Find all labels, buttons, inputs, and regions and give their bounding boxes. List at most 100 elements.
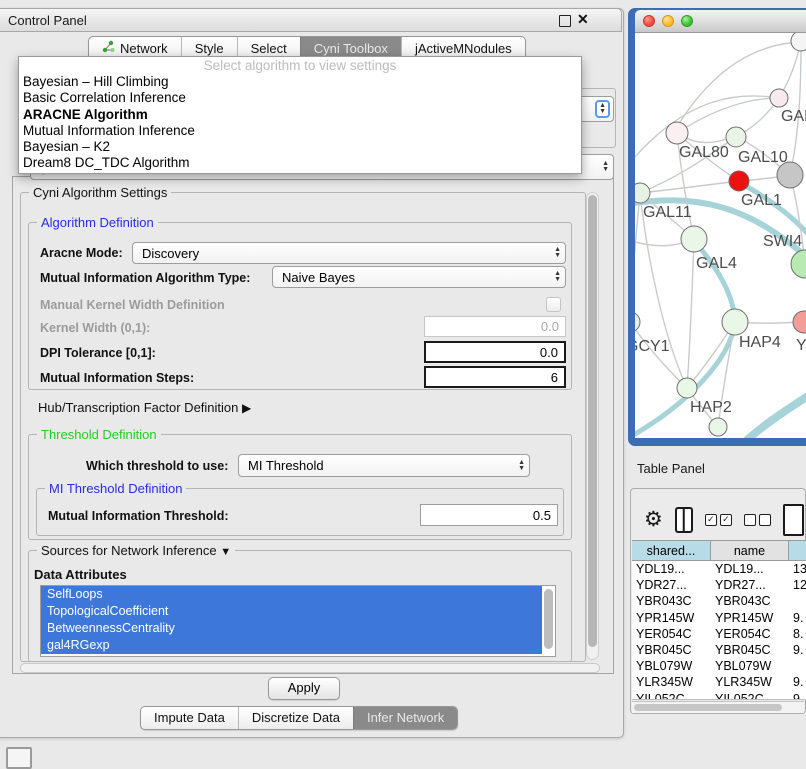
cell: YPR145W (632, 610, 711, 626)
which-threshold-combo[interactable]: MI Threshold ▲▼ (238, 454, 530, 477)
network-node-gcy1[interactable] (635, 312, 640, 332)
cell: YPR145W (711, 610, 789, 626)
network-edge[interactable] (746, 396, 806, 438)
minimize-traffic-light-icon[interactable] (662, 15, 674, 27)
dropdown-item-bayesian-k2[interactable]: Bayesian – K2 (19, 139, 581, 155)
zoom-traffic-light-icon[interactable] (681, 15, 693, 27)
table-row[interactable]: YLR345WYLR345W9. (632, 674, 806, 690)
table-row[interactable]: YER054CYER054C8. (632, 626, 806, 642)
kernel-width-field[interactable]: 0.0 (424, 316, 566, 337)
network-edge[interactable] (640, 193, 687, 388)
tab-cyni-toolbox-label: Cyni Toolbox (314, 41, 388, 56)
deselect-all-checkboxes-icon[interactable] (744, 514, 771, 526)
scrollbar-thumb[interactable] (634, 704, 782, 711)
network-node-gal10[interactable] (726, 127, 746, 147)
apply-button[interactable]: Apply (268, 677, 340, 700)
network-edge[interactable] (687, 239, 694, 388)
network-node-gal11[interactable] (635, 183, 650, 203)
cell: 13 (789, 561, 806, 577)
network-node[interactable] (777, 162, 803, 188)
tab-infer-network[interactable]: Infer Network (353, 707, 457, 729)
column-header-shared-name[interactable]: shared... (632, 540, 711, 561)
tab-impute-data-label: Impute Data (154, 710, 225, 725)
dpi-tolerance-field[interactable]: 0.0 (424, 341, 566, 363)
manual-kernel-checkbox[interactable] (546, 297, 561, 312)
cell: YIL052C (711, 691, 789, 701)
list-scrollbar-thumb[interactable] (544, 589, 553, 649)
column-header-clipped[interactable]: A (789, 540, 806, 561)
table-row[interactable]: YBR045CYBR045C9. (632, 642, 806, 658)
hub-definition-label: Hub/Transcription Factor Definition (38, 400, 238, 415)
collapsed-panel-icon[interactable] (6, 747, 32, 769)
aracne-mode-combo[interactable]: Discovery ▲▼ (132, 242, 566, 264)
mi-algorithm-type-combo[interactable]: Naive Bayes ▲▼ (272, 266, 566, 288)
network-icon (102, 40, 115, 56)
document-icon[interactable] (783, 504, 804, 536)
network-node-gal4[interactable] (681, 226, 707, 252)
network-node[interactable] (709, 418, 727, 436)
control-panel-titlebar[interactable] (0, 8, 622, 32)
list-item-betweennesscentrality[interactable]: BetweennessCentrality (41, 620, 542, 637)
disclosure-down-arrow-icon[interactable]: ▼ (220, 546, 231, 558)
select-all-checkboxes-icon[interactable]: ✓✓ (705, 514, 732, 526)
scrollbar-thumb[interactable] (588, 195, 597, 647)
network-window-titlebar[interactable] (635, 10, 806, 33)
float-window-icon[interactable] (559, 15, 571, 27)
tab-style-label: Style (195, 41, 224, 56)
hub-definition-disclosure[interactable]: Hub/Transcription Factor Definition ▶ (38, 400, 251, 415)
cell (789, 593, 806, 609)
which-threshold-label: Which threshold to use: (86, 459, 228, 473)
cell: YBR045C (711, 642, 789, 658)
network-node-hap2[interactable] (677, 378, 697, 398)
mi-steps-field[interactable]: 6 (424, 366, 566, 388)
cell: YIL052C (632, 691, 711, 701)
table-row[interactable]: YIL052CYIL052C9. (632, 691, 806, 701)
network-node[interactable] (791, 33, 806, 51)
dropdown-item-bayesian-hill-climbing[interactable]: Bayesian – Hill Climbing (19, 74, 581, 90)
mi-threshold-field[interactable]: 0.5 (420, 504, 558, 526)
close-icon[interactable]: ✕ (577, 11, 589, 28)
network-edge[interactable] (677, 98, 779, 133)
network-edge[interactable] (635, 322, 687, 388)
cell: 8. (789, 626, 806, 642)
cell: YDR27... (632, 577, 711, 593)
cell: YBL079W (632, 658, 711, 674)
settings-vertical-scrollbar[interactable] (586, 192, 599, 660)
list-item-selfloops[interactable]: SelfLoops (41, 586, 542, 603)
dropdown-item-aracne[interactable]: ARACNE Algorithm (19, 107, 581, 123)
tab-discretize-data-label: Discretize Data (252, 710, 340, 725)
settings-horizontal-scrollbar[interactable] (20, 663, 600, 673)
column-selector-icon[interactable] (675, 507, 693, 533)
network-edge[interactable] (694, 241, 735, 322)
gear-icon[interactable]: ⚙ (644, 509, 663, 531)
network-node-y[interactable] (793, 311, 806, 333)
dpi-tolerance-label: DPI Tolerance [0,1]: (40, 346, 156, 360)
network-node-gal1[interactable] (729, 171, 749, 191)
dropdown-item-mutual-information[interactable]: Mutual Information Inference (19, 123, 581, 139)
cell: YLR345W (632, 674, 711, 690)
network-canvas[interactable]: GAL7GAL80GAL10GAL1GAL11GAL4SWI4HAP4YGCY1… (635, 33, 806, 438)
close-traffic-light-icon[interactable] (643, 15, 655, 27)
table-row[interactable]: YBR043CYBR043C (632, 593, 806, 609)
list-item-gal4rgexp[interactable]: gal4RGexp (41, 637, 542, 654)
network-node-label: GAL10 (738, 149, 788, 166)
tab-discretize-data[interactable]: Discretize Data (238, 707, 353, 729)
list-item-topologicalcoefficient[interactable]: TopologicalCoefficient (41, 603, 542, 620)
table-row[interactable]: YDR27...YDR27...12 (632, 577, 806, 593)
cell: YBR043C (632, 593, 711, 609)
network-node-gal7[interactable] (770, 89, 788, 107)
network-node-hap4[interactable] (722, 309, 748, 335)
tab-impute-data[interactable]: Impute Data (141, 707, 238, 729)
network-node-gal80[interactable] (666, 122, 688, 144)
network-node-swi4[interactable] (791, 250, 806, 278)
combo-spinner-icon: ▲▼ (554, 271, 561, 283)
table-row[interactable]: YPR145WYPR145W9. (632, 610, 806, 626)
column-header-name[interactable]: name (711, 540, 789, 561)
table-row[interactable]: YDL19...YDL19...13 (632, 561, 806, 577)
table-horizontal-scrollbar[interactable] (632, 701, 804, 713)
dropdown-item-dream8[interactable]: Dream8 DC_TDC Algorithm (19, 155, 581, 171)
table-row[interactable]: YBL079WYBL079W (632, 658, 806, 674)
network-edge[interactable] (635, 193, 640, 322)
dropdown-item-basic-correlation[interactable]: Basic Correlation Inference (19, 90, 581, 106)
mi-steps-label: Mutual Information Steps: (40, 371, 194, 385)
